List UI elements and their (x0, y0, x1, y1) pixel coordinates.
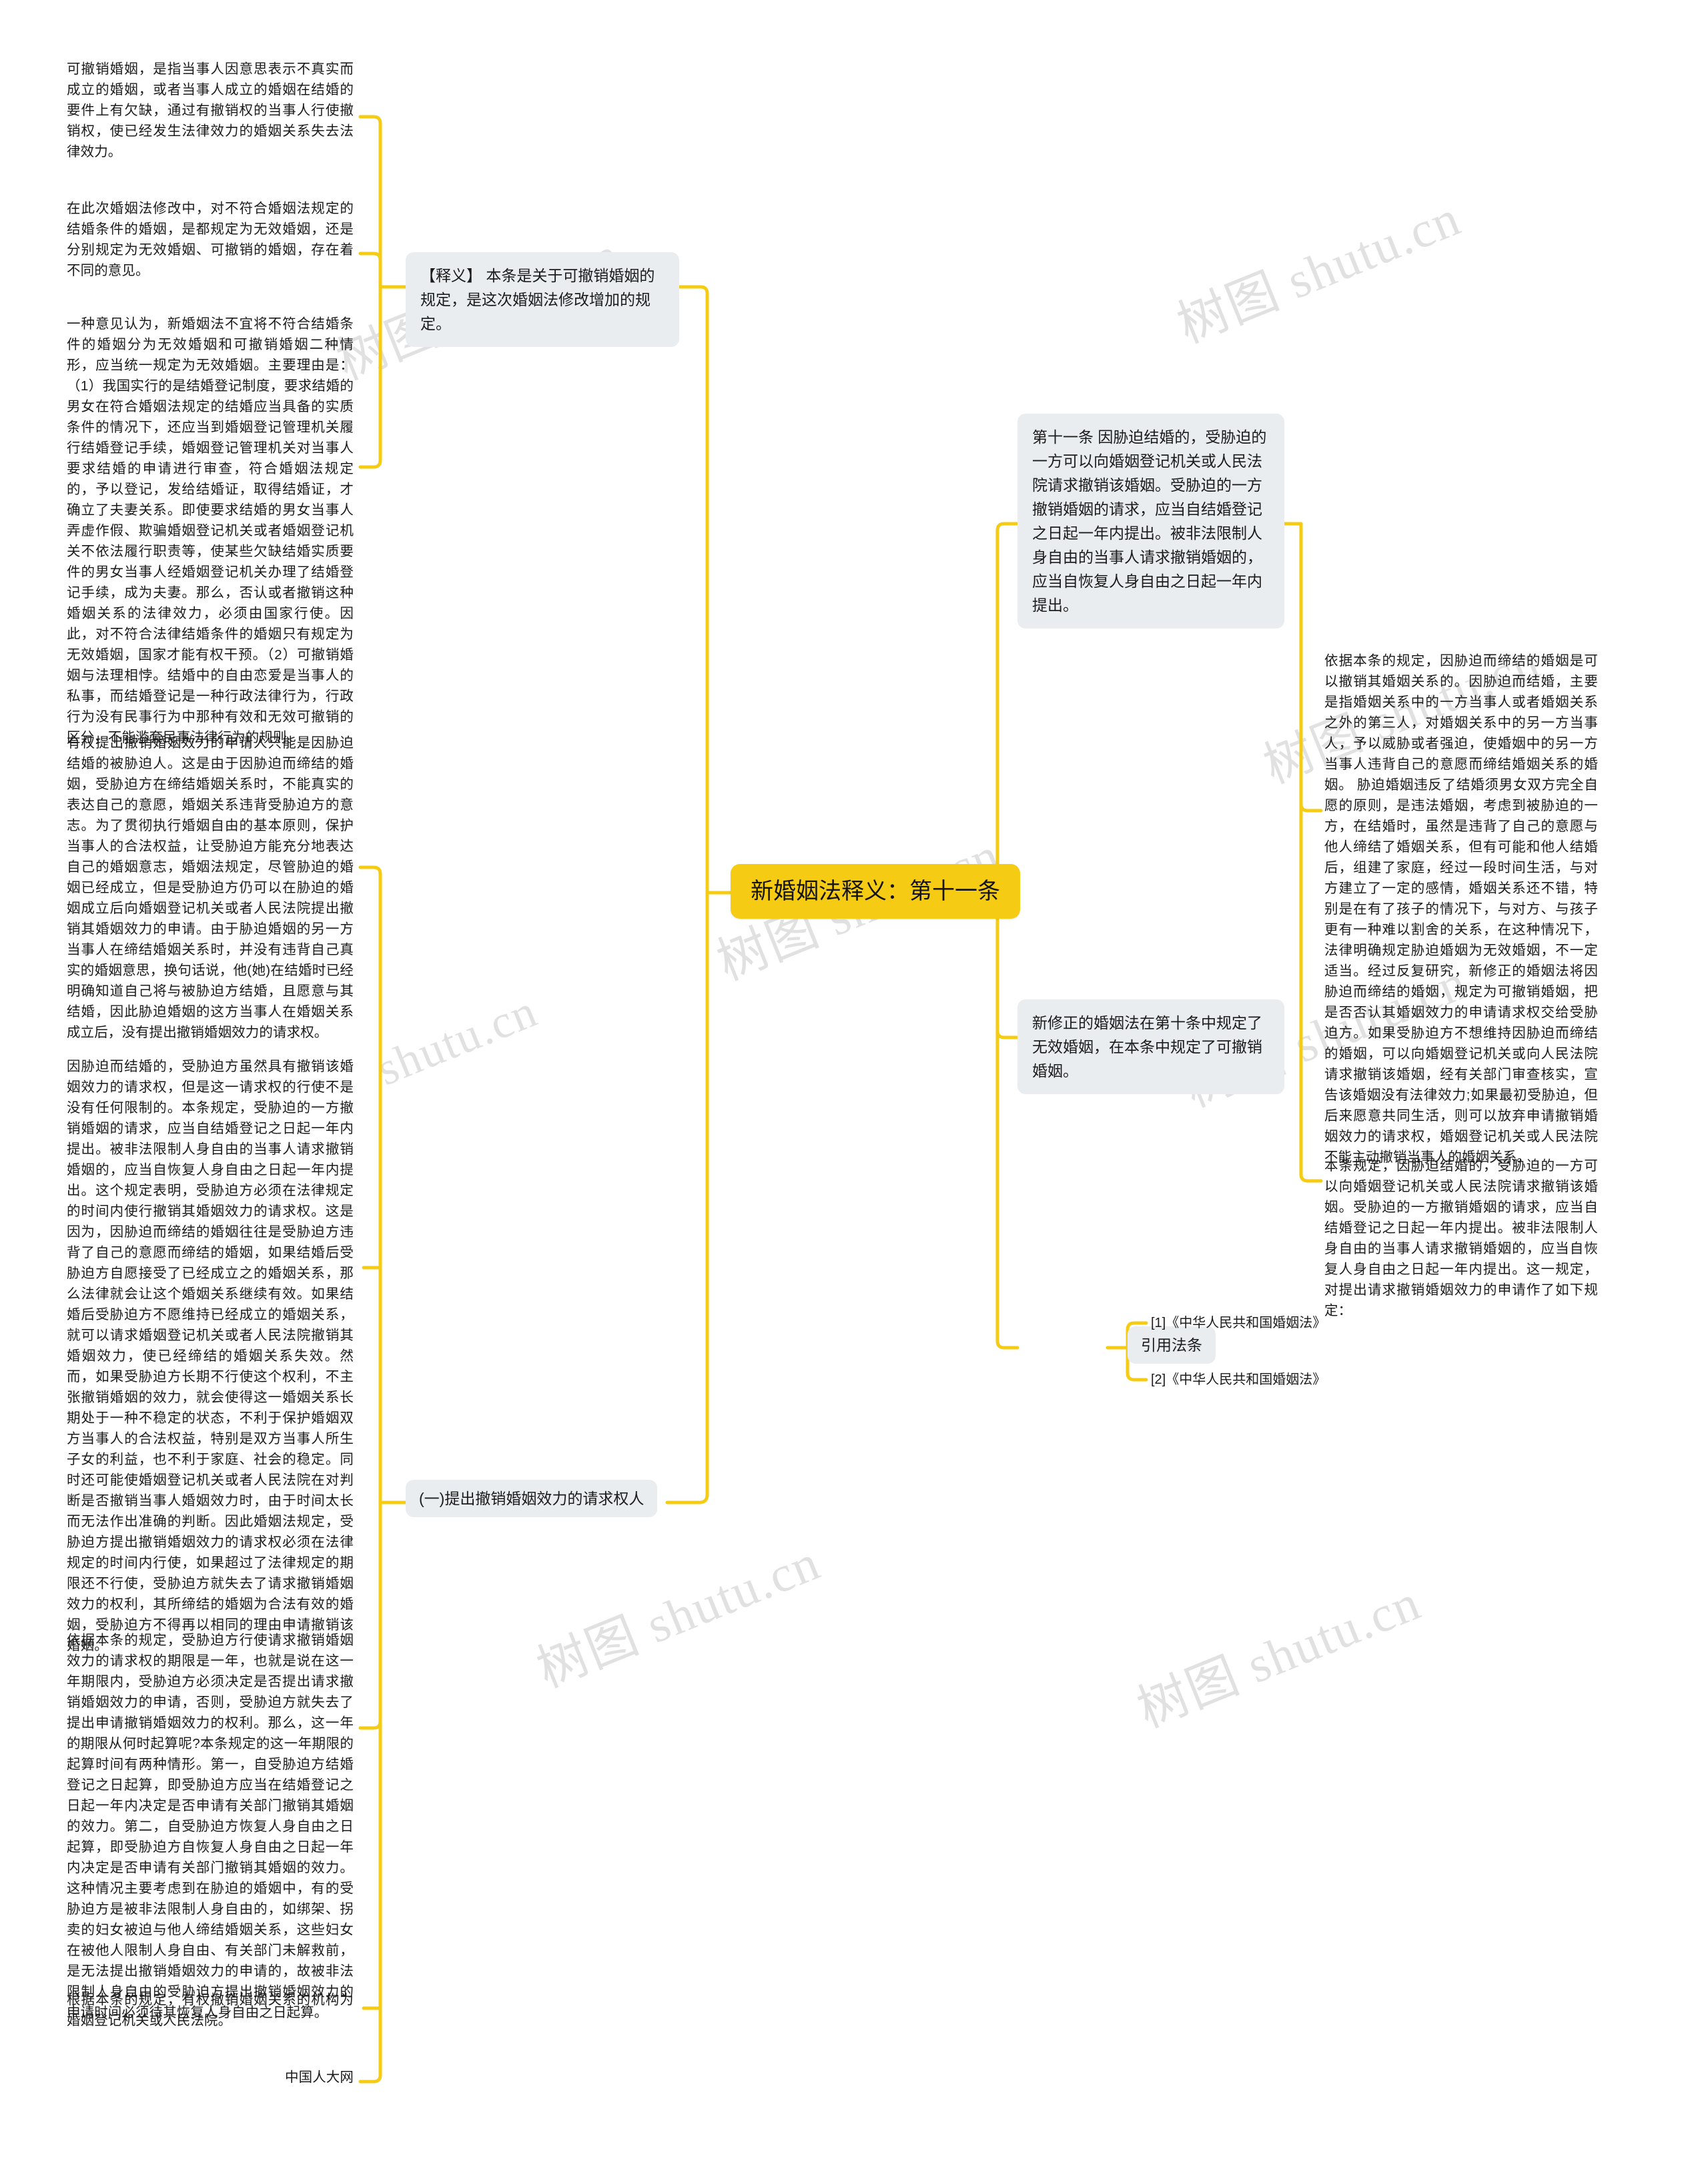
leaf-paragraph[interactable]: 依据本条的规定，因胁迫而缔结的婚姻是可以撤销其婚姻关系的。因胁迫而结婚，主要是指… (1324, 651, 1598, 1168)
leaf-paragraph[interactable]: 有权提出撤销婚姻效力的申请人只能是因胁迫结婚的被胁迫人。这是由于因胁迫而缔结的婚… (67, 733, 354, 1043)
watermark: shutu.cn (370, 985, 545, 1096)
citation-item[interactable]: [1]《中华人民共和国婚姻法》 (1151, 1314, 1326, 1332)
node-article-eleven[interactable]: 第十一条 因胁迫结婚的，受胁迫的一方可以向婚姻登记机关或人民法院请求撤销该婚姻。… (1017, 414, 1284, 628)
watermark: 树图 shutu.cn (1170, 189, 1468, 354)
node-shiyi[interactable]: 【释义】 本条是关于可撤销婚姻的规定，是这次婚姻法修改增加的规定。 (406, 252, 679, 347)
leaf-paragraph[interactable]: 在此次婚姻法修改中，对不符合婚姻法规定的结婚条件的婚姻，是都规定为无效婚姻，还是… (67, 198, 354, 281)
node-qingqiuquanren[interactable]: (一)提出撤销婚姻效力的请求权人 (406, 1480, 658, 1517)
leaf-paragraph[interactable]: 一种意见认为，新婚姻法不宜将不符合结婚条件的婚姻分为无效婚姻和可撤销婚姻二种情形… (67, 314, 354, 748)
leaf-paragraph[interactable]: 依据本条的规定，受胁迫方行使请求撤销婚姻效力的请求权的期限是一年，也就是说在这一… (67, 1630, 354, 2023)
watermark: 树图 shutu.cn (1130, 1574, 1428, 1739)
leaf-paragraph[interactable]: 因胁迫而结婚的，受胁迫方虽然具有撤销该婚姻效力的请求权，但是这一请求权的行使不是… (67, 1056, 354, 1656)
leaf-paragraph[interactable]: 根据本条的规定，有权撤销婚姻关系的机构为婚姻登记机关或人民法院。 (67, 1990, 354, 2031)
watermark: 树图 shutu.cn (529, 1534, 828, 1699)
root-node[interactable]: 新婚姻法释义：第十一条 (731, 864, 1020, 919)
leaf-paragraph[interactable]: 可撤销婚姻，是指当事人因意思表示不真实而成立的婚姻，或者当事人成立的婚姻在结婚的… (67, 59, 354, 162)
leaf-paragraph[interactable]: 本条规定，因胁迫结婚的，受胁迫的一方可以向婚姻登记机关或人民法院请求撤销该婚姻。… (1324, 1156, 1598, 1321)
leaf-source-label[interactable]: 中国人大网 (67, 2067, 354, 2088)
citation-item[interactable]: [2]《中华人民共和国婚姻法》 (1151, 1370, 1326, 1389)
node-amendment[interactable]: 新修正的婚姻法在第十条中规定了无效婚姻，在本条中规定了可撤销婚姻。 (1017, 999, 1284, 1094)
